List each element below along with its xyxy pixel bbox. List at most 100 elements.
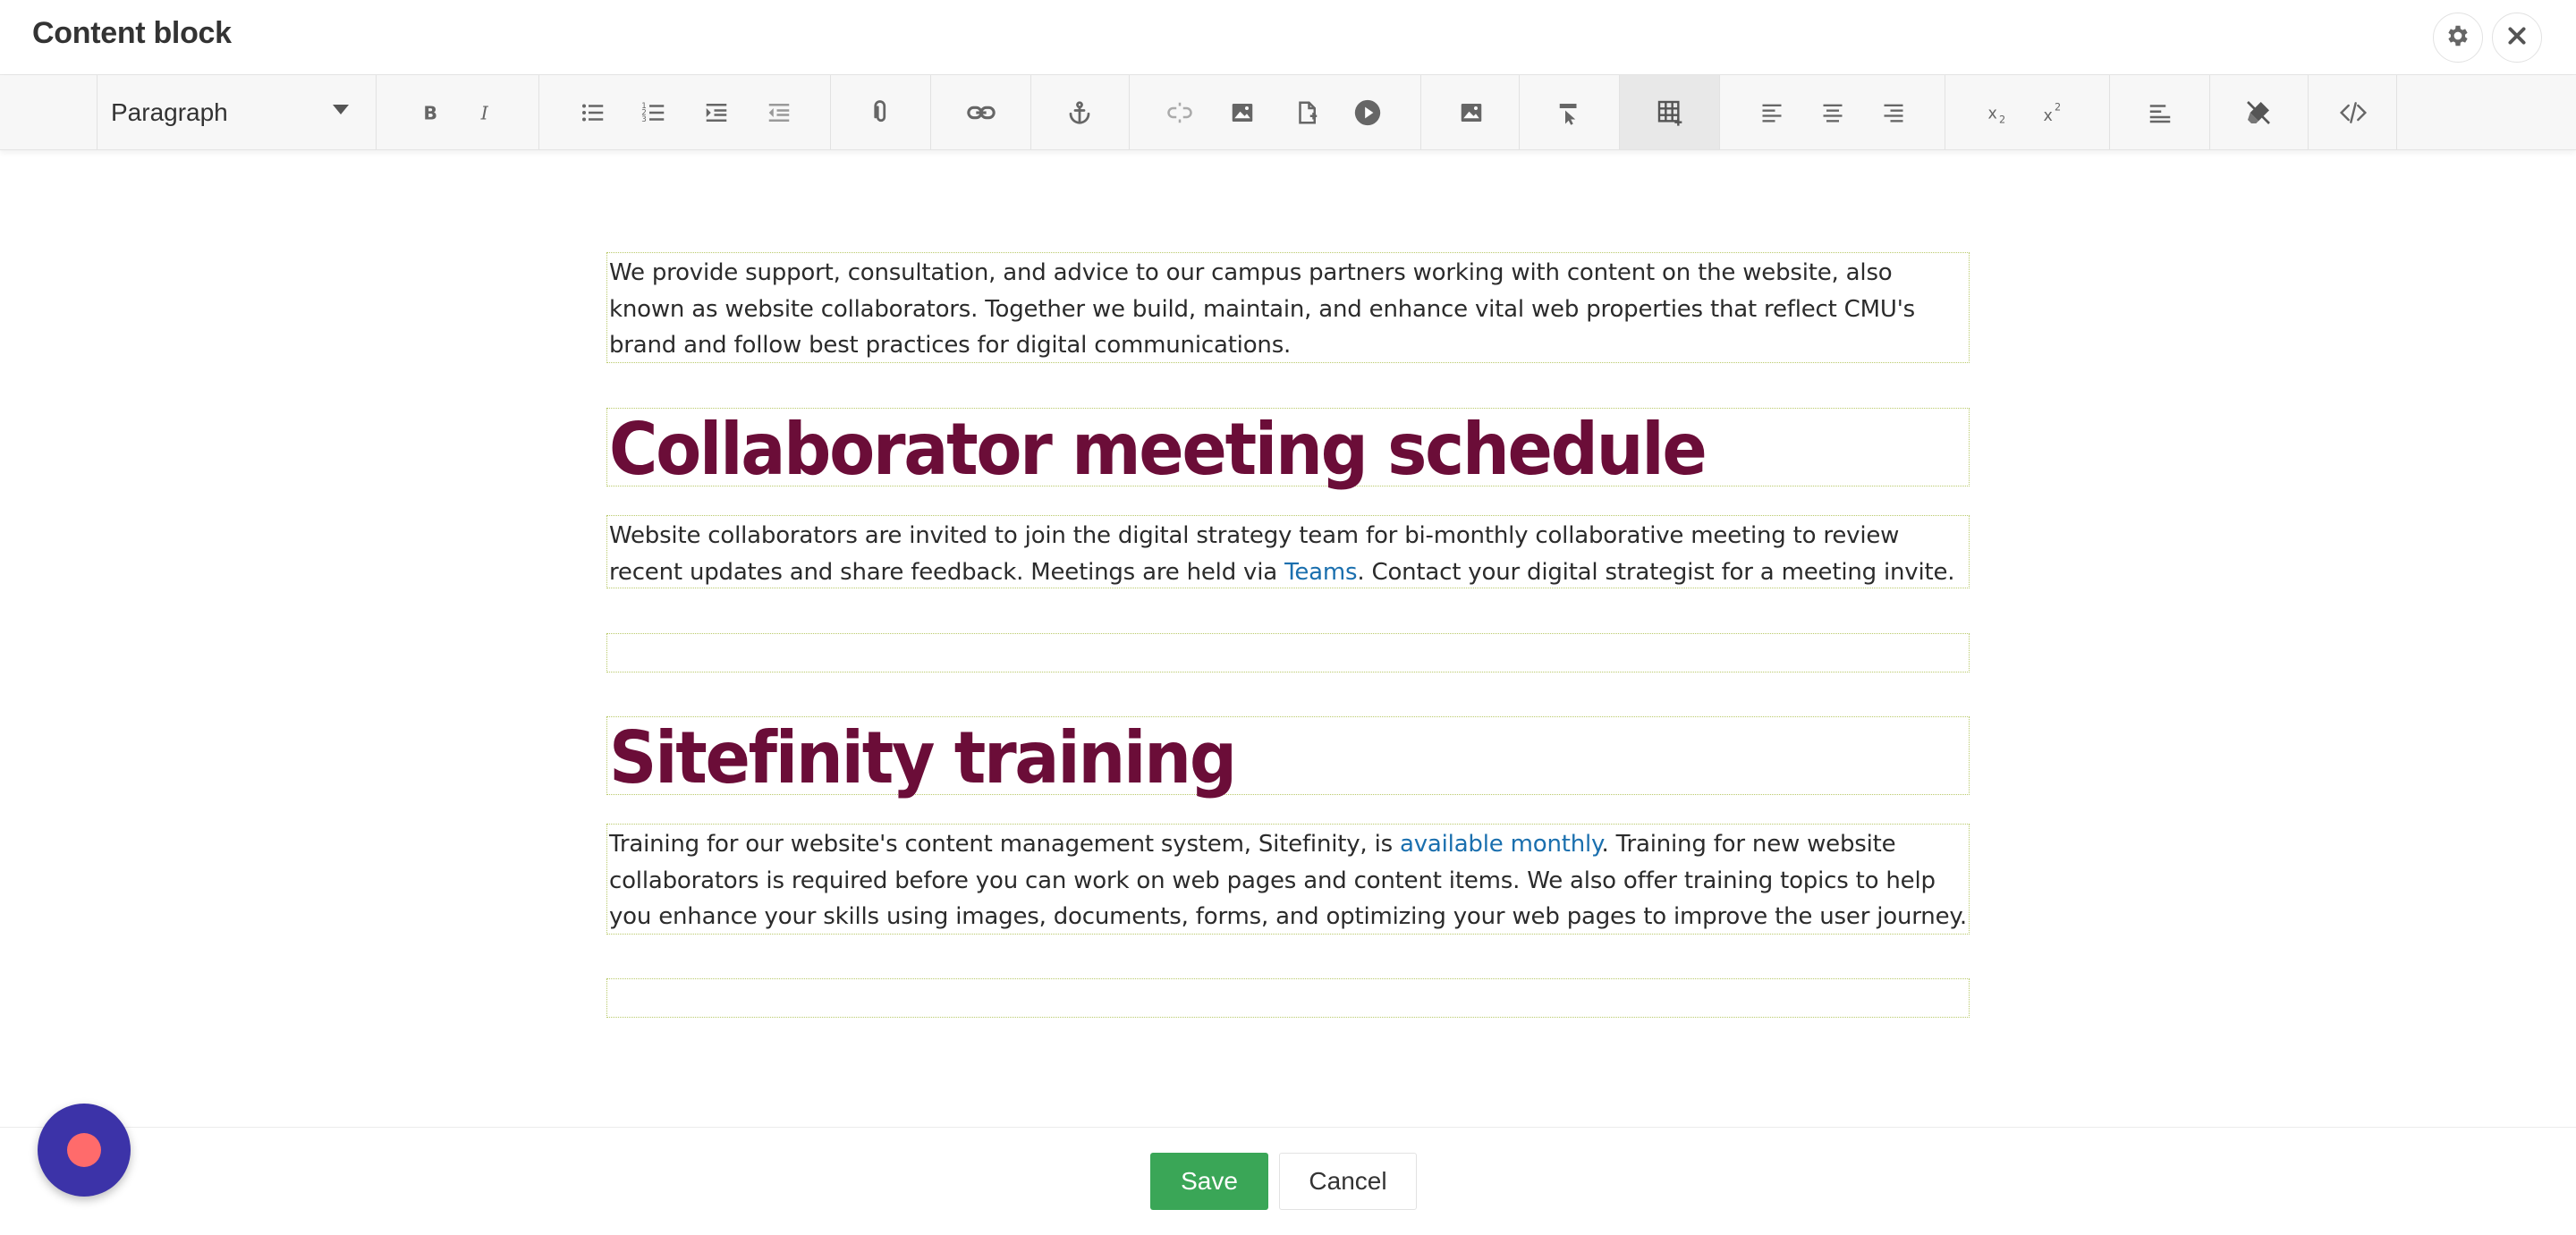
bold-icon: B	[419, 101, 442, 124]
training-text-start: Training for our website's content manag…	[609, 831, 1400, 858]
format-select-value: Paragraph	[111, 97, 228, 126]
html-view-button[interactable]	[2335, 95, 2371, 131]
intro-paragraph: We provide support, consultation, and ad…	[609, 259, 1915, 359]
paragraph-group	[2109, 75, 2209, 149]
heading-sitefinity-training: Sitefinity training	[608, 716, 1237, 799]
svg-text:2: 2	[2055, 102, 2061, 114]
paragraph-format-button[interactable]	[2142, 95, 2178, 131]
numbered-list-button[interactable]: 123	[636, 95, 672, 131]
media-group	[1129, 75, 1420, 149]
clear-group	[2209, 75, 2308, 149]
intro-paragraph-block[interactable]: We provide support, consultation, and ad…	[606, 252, 1970, 363]
gear-icon	[2445, 22, 2471, 54]
title-bar: Content block	[0, 0, 2576, 75]
pointer-icon	[1556, 99, 1583, 126]
record-button[interactable]	[38, 1104, 131, 1197]
subscript-button[interactable]: x2	[1981, 95, 2017, 131]
table-button[interactable]	[1652, 95, 1688, 131]
svg-text:2: 2	[1999, 114, 2005, 125]
link-group	[930, 75, 1030, 149]
settings-button[interactable]	[2433, 13, 2483, 63]
save-button[interactable]: Save	[1150, 1153, 1268, 1210]
close-icon	[2505, 24, 2529, 52]
svg-text:I: I	[480, 103, 489, 124]
align-right-icon	[1881, 100, 1906, 125]
play-icon	[1352, 97, 1383, 128]
table-icon	[1656, 98, 1684, 127]
image-icon	[1458, 99, 1485, 126]
anchor-button[interactable]	[1062, 95, 1097, 131]
svg-text:x: x	[2044, 107, 2053, 125]
bullet-list-button[interactable]	[575, 95, 611, 131]
align-right-button[interactable]	[1876, 95, 1911, 131]
meeting-paragraph-block[interactable]: Website collaborators are invited to joi…	[606, 515, 1970, 588]
unlink-icon	[1166, 99, 1193, 126]
gallery-group	[1420, 75, 1519, 149]
subscript-icon: x2	[1986, 99, 2012, 126]
bold-button[interactable]: B	[412, 95, 448, 131]
empty-block[interactable]	[606, 978, 1970, 1018]
dialog-footer: Save Cancel	[0, 1127, 2576, 1235]
heading-block[interactable]: Sitefinity training	[606, 716, 1970, 799]
list-group: 123	[538, 75, 830, 149]
heading-collaborator-meetings: Collaborator meeting schedule	[608, 408, 1707, 491]
teams-link[interactable]: Teams	[1284, 559, 1357, 586]
close-button[interactable]	[2492, 13, 2542, 63]
indent-button[interactable]	[699, 95, 734, 131]
link-button[interactable]	[963, 95, 999, 131]
anchor-group	[1030, 75, 1129, 149]
svg-text:3: 3	[641, 115, 647, 124]
training-paragraph-block[interactable]: Training for our website's content manag…	[606, 824, 1970, 935]
text-style-group: B I	[376, 75, 538, 149]
attach-group	[830, 75, 930, 149]
format-select[interactable]: Paragraph	[98, 75, 376, 149]
superscript-icon: x2	[2041, 99, 2068, 126]
video-button[interactable]	[1350, 95, 1385, 131]
code-group	[2308, 75, 2397, 149]
outdent-button[interactable]	[761, 95, 797, 131]
align-left-button[interactable]	[1754, 95, 1790, 131]
align-center-icon	[1820, 100, 1845, 125]
record-icon	[67, 1133, 101, 1167]
clear-formatting-button[interactable]	[2241, 95, 2276, 131]
meeting-text-end: . Contact your digital strategist for a …	[1357, 558, 1955, 586]
heading-block[interactable]: Collaborator meeting schedule	[606, 408, 1970, 491]
anchor-icon	[1066, 99, 1093, 126]
meeting-paragraph: Website collaborators are invited to joi…	[607, 516, 1969, 590]
indent-icon	[703, 99, 730, 126]
dialog-title: Content block	[32, 16, 232, 50]
numbered-list-icon: 123	[640, 99, 667, 126]
text-lines-icon	[2147, 99, 2174, 126]
paperclip-button[interactable]	[863, 95, 899, 131]
bullet-list-icon	[580, 99, 606, 126]
empty-block[interactable]	[606, 633, 1970, 672]
available-monthly-link[interactable]: available monthly	[1400, 831, 1602, 858]
training-paragraph: Training for our website's content manag…	[607, 825, 1969, 935]
script-group: x2 x2	[1945, 75, 2109, 149]
italic-icon: I	[474, 101, 497, 124]
code-icon	[2339, 98, 2368, 127]
svg-text:x: x	[1988, 105, 1997, 123]
align-center-button[interactable]	[1815, 95, 1851, 131]
unlink-button[interactable]	[1162, 95, 1198, 131]
link-icon	[966, 97, 996, 128]
image-gallery-button[interactable]	[1453, 95, 1489, 131]
svg-text:B: B	[423, 103, 437, 124]
align-left-icon	[1759, 100, 1784, 125]
outdent-icon	[766, 99, 792, 126]
painter-group	[1519, 75, 1619, 149]
document-button[interactable]	[1289, 95, 1325, 131]
image-icon	[1229, 99, 1256, 126]
chevron-down-icon	[333, 105, 349, 114]
cancel-button[interactable]: Cancel	[1279, 1153, 1417, 1210]
align-group	[1719, 75, 1945, 149]
paperclip-icon	[868, 99, 894, 126]
image-button[interactable]	[1224, 95, 1260, 131]
table-group	[1619, 75, 1719, 149]
format-painter-button[interactable]	[1552, 95, 1588, 131]
document-icon	[1293, 99, 1320, 126]
italic-button[interactable]: I	[468, 95, 504, 131]
editor-toolbar: B I 123 x 2 x 2	[0, 75, 2576, 150]
eraser-icon	[2244, 98, 2273, 127]
superscript-button[interactable]: x2	[2037, 95, 2072, 131]
